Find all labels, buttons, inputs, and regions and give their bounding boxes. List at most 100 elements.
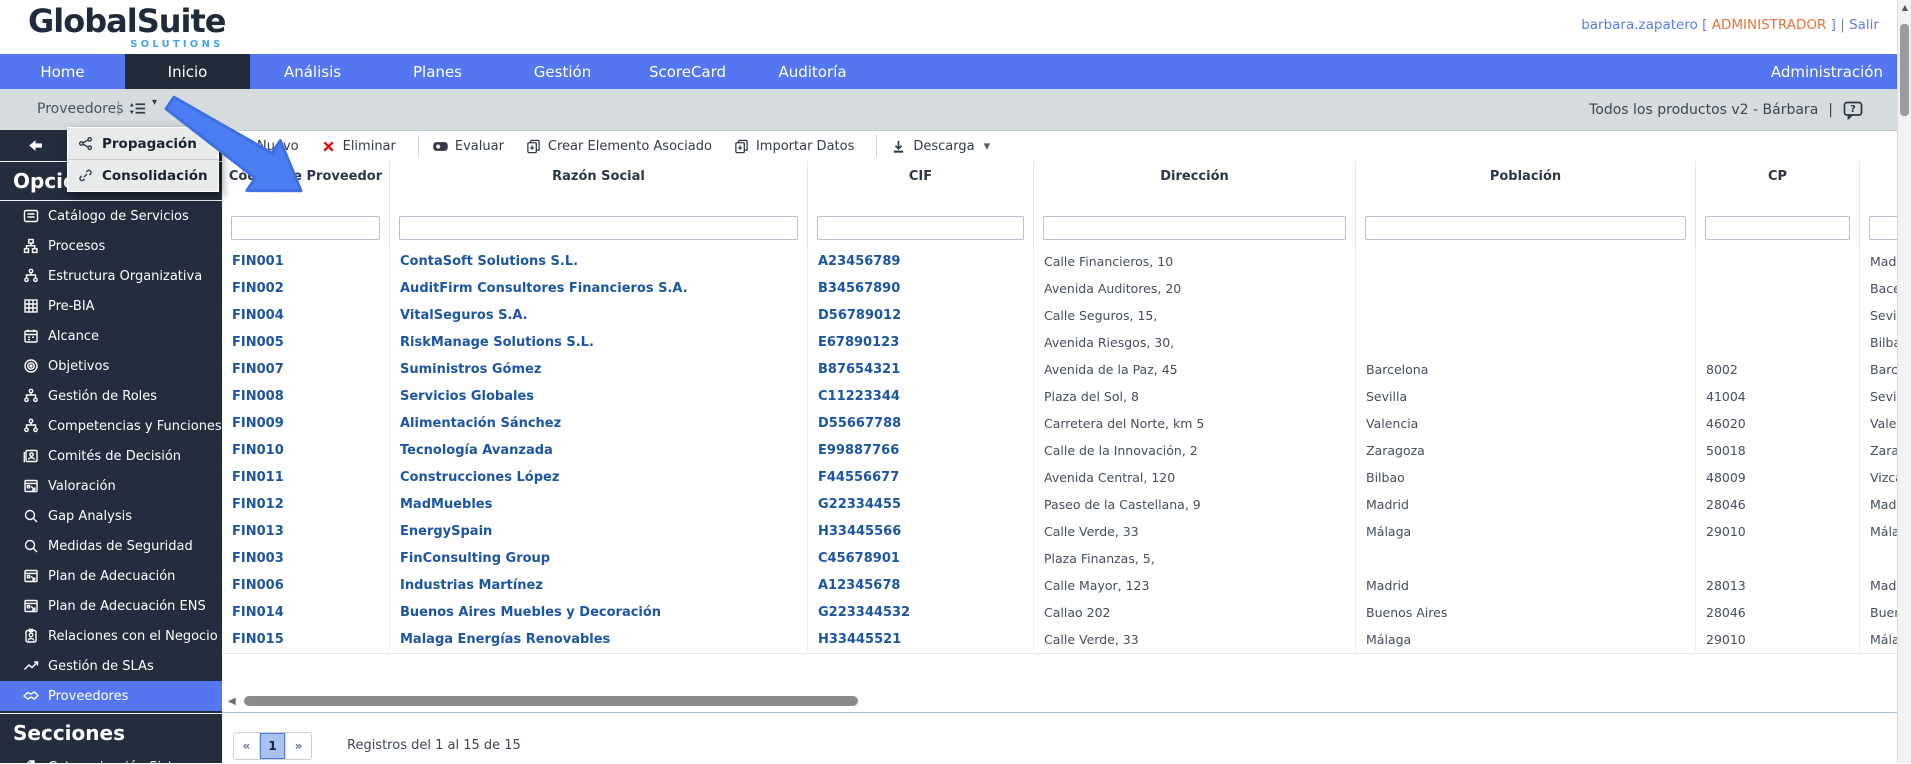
tab-administracion[interactable]: Administración [1771,54,1911,89]
table-row-fin005[interactable]: FIN005 RiskManage Solutions S.L. E67890123… [222,329,1911,357]
chevron-down-icon[interactable]: ▾ [152,97,157,108]
username-link[interactable]: barbara.zapatero [1581,17,1698,33]
sidebar-item-comites-de-decision[interactable]: Comités de Decisión [0,441,222,471]
sidebar-item-estructura-organizativa[interactable]: Estructura Organizativa [0,261,222,291]
cell-razon-social[interactable]: Suministros Gómez [390,356,808,383]
context-menu-item-propagacion[interactable]: Propagación [68,128,218,160]
sidebar-item-procesos[interactable]: Procesos [0,231,222,261]
cell-cif[interactable]: C45678901 [808,545,1034,572]
sidebar-item-gestion-de-roles[interactable]: Gestión de Roles [0,381,222,411]
tab-home[interactable]: Home [0,54,125,89]
table-row-fin003[interactable]: FIN003 FinConsulting Group C45678901 Plaza … [222,545,1911,573]
horizontal-scroll-thumb[interactable] [244,696,858,706]
sidebar-item-objetivos[interactable]: Objetivos [0,351,222,381]
tab-auditoria[interactable]: Auditoría [750,54,875,89]
cell-razon-social[interactable]: AuditFirm Consultores Financieros S.A. [390,275,808,302]
importar-datos-button[interactable]: Importar Datos [734,139,854,154]
cell-codigo-de-proveedor[interactable]: FIN008 [222,383,390,410]
cell-cif[interactable]: B87654321 [808,356,1034,383]
table-row-fin014[interactable]: FIN014 Buenos Aires Muebles y Decoración G… [222,599,1911,627]
sidebar-item-catalogo-de-servicios[interactable]: Catálogo de Servicios [0,201,222,231]
cell-razon-social[interactable]: ContaSoft Solutions S.L. [390,248,808,275]
cell-cif[interactable]: E99887766 [808,437,1034,464]
eliminar-button[interactable]: Eliminar [321,139,396,154]
column-header-razon-social[interactable]: Razón Social [390,161,808,208]
cell-codigo-de-proveedor[interactable]: FIN015 [222,626,390,653]
sidebar-item-gap-analysis[interactable]: Gap Analysis [0,501,222,531]
vertical-scroll-thumb[interactable] [1900,24,1909,116]
cell-codigo-de-proveedor[interactable]: FIN005 [222,329,390,356]
cell-razon-social[interactable]: Malaga Energías Renovables [390,626,808,653]
sidebar-item-proveedores[interactable]: Proveedores [0,681,222,711]
tab-inicio[interactable]: Inicio [125,54,250,89]
evaluar-button[interactable]: Evaluar [433,139,504,154]
cell-razon-social[interactable]: Tecnología Avanzada [390,437,808,464]
cell-cif[interactable]: A12345678 [808,572,1034,599]
cell-codigo-de-proveedor[interactable]: FIN001 [222,248,390,275]
scroll-left-arrow-icon[interactable]: ◀ [228,696,236,707]
cell-cif[interactable]: F44556677 [808,464,1034,491]
logout-link[interactable]: Salir [1849,17,1879,33]
cell-razon-social[interactable]: Servicios Globales [390,383,808,410]
cell-codigo-de-proveedor[interactable]: FIN012 [222,491,390,518]
cell-cif[interactable]: C11223344 [808,383,1034,410]
tab-planes[interactable]: Planes [375,54,500,89]
column-header-poblacion[interactable]: Población [1356,161,1696,208]
cell-codigo-de-proveedor[interactable]: FIN002 [222,275,390,302]
column-header-direccion[interactable]: Dirección [1034,161,1356,208]
cell-cif[interactable]: A23456789 [808,248,1034,275]
cell-razon-social[interactable]: RiskManage Solutions S.L. [390,329,808,356]
cell-codigo-de-proveedor[interactable]: FIN014 [222,599,390,626]
cell-codigo-de-proveedor[interactable]: FIN004 [222,302,390,329]
sidebar-item-relaciones-con-el-negocio[interactable]: Relaciones con el Negocio [0,621,222,651]
filter-input-codigo-de-proveedor[interactable] [231,216,380,240]
sidebar-item-gestion-de-slas[interactable]: Gestión de SLAs [0,651,222,681]
table-row-fin001[interactable]: FIN001 ContaSoft Solutions S.L. A23456789 C… [222,248,1911,276]
help-icon[interactable]: ? [1843,100,1863,120]
tab-scorecard[interactable]: ScoreCard [625,54,750,89]
cell-codigo-de-proveedor[interactable]: FIN003 [222,545,390,572]
table-row-fin008[interactable]: FIN008 Servicios Globales C11223344 Plaza d… [222,383,1911,411]
pagination-first-button[interactable]: « [234,733,260,759]
table-row-fin011[interactable]: FIN011 Construcciones López F44556677 Aveni… [222,464,1911,492]
tab-analisis[interactable]: Análisis [250,54,375,89]
cell-cif[interactable]: H33445521 [808,626,1034,653]
filter-input-poblacion[interactable] [1365,216,1686,240]
filter-input-cp[interactable] [1705,216,1850,240]
cell-cif[interactable]: G223344532 [808,599,1034,626]
table-row-fin013[interactable]: FIN013 EnergySpain H33445566 Calle Verde, 3… [222,518,1911,546]
table-row-fin002[interactable]: FIN002 AuditFirm Consultores Financieros … [222,275,1911,303]
descarga-button[interactable]: Descarga ▾ [891,139,990,154]
table-row-fin009[interactable]: FIN009 Alimentación Sánchez D55667788 Carre… [222,410,1911,438]
sidebar-item-categorizacion-sistema[interactable]: Categorización Sistema [0,752,222,763]
cell-codigo-de-proveedor[interactable]: FIN006 [222,572,390,599]
tab-gestion[interactable]: Gestión [500,54,625,89]
sidebar-item-plan-de-adecuacion-ens[interactable]: Plan de Adecuación ENS [0,591,222,621]
sidebar-item-pre-bia[interactable]: Pre-BIA [0,291,222,321]
cell-razon-social[interactable]: Alimentación Sánchez [390,410,808,437]
cell-cif[interactable]: D55667788 [808,410,1034,437]
scroll-up-arrow-icon[interactable]: ▲ [1898,3,1911,12]
cell-cif[interactable]: G22334455 [808,491,1034,518]
column-header-cif[interactable]: CIF [808,161,1034,208]
sidebar-item-alcance[interactable]: Alcance [0,321,222,351]
sidebar-item-plan-de-adecuacion[interactable]: Plan de Adecuación [0,561,222,591]
cell-razon-social[interactable]: FinConsulting Group [390,545,808,572]
cell-codigo-de-proveedor[interactable]: FIN009 [222,410,390,437]
cell-razon-social[interactable]: Construcciones López [390,464,808,491]
table-row-fin004[interactable]: FIN004 VitalSeguros S.A. D56789012 Calle Se… [222,302,1911,330]
cell-razon-social[interactable]: Industrias Martínez [390,572,808,599]
cell-cif[interactable]: B34567890 [808,275,1034,302]
table-row-fin007[interactable]: FIN007 Suministros Gómez B87654321 Avenida … [222,356,1911,384]
sidebar-item-medidas-de-seguridad[interactable]: Medidas de Seguridad [0,531,222,561]
cell-cif[interactable]: E67890123 [808,329,1034,356]
cell-cif[interactable]: H33445566 [808,518,1034,545]
table-row-fin006[interactable]: FIN006 Industrias Martínez A12345678 Calle … [222,572,1911,600]
filter-input-razon-social[interactable] [399,216,798,240]
table-row-fin015[interactable]: FIN015 Malaga Energías Renovables H3344552… [222,626,1911,654]
column-header-cp[interactable]: CP [1696,161,1860,208]
sidebar-item-valoracion[interactable]: Valoración [0,471,222,501]
filter-input-cif[interactable] [817,216,1024,240]
cell-codigo-de-proveedor[interactable]: FIN007 [222,356,390,383]
column-header-codigo-de-proveedor[interactable]: Código de Proveedor [222,161,390,208]
